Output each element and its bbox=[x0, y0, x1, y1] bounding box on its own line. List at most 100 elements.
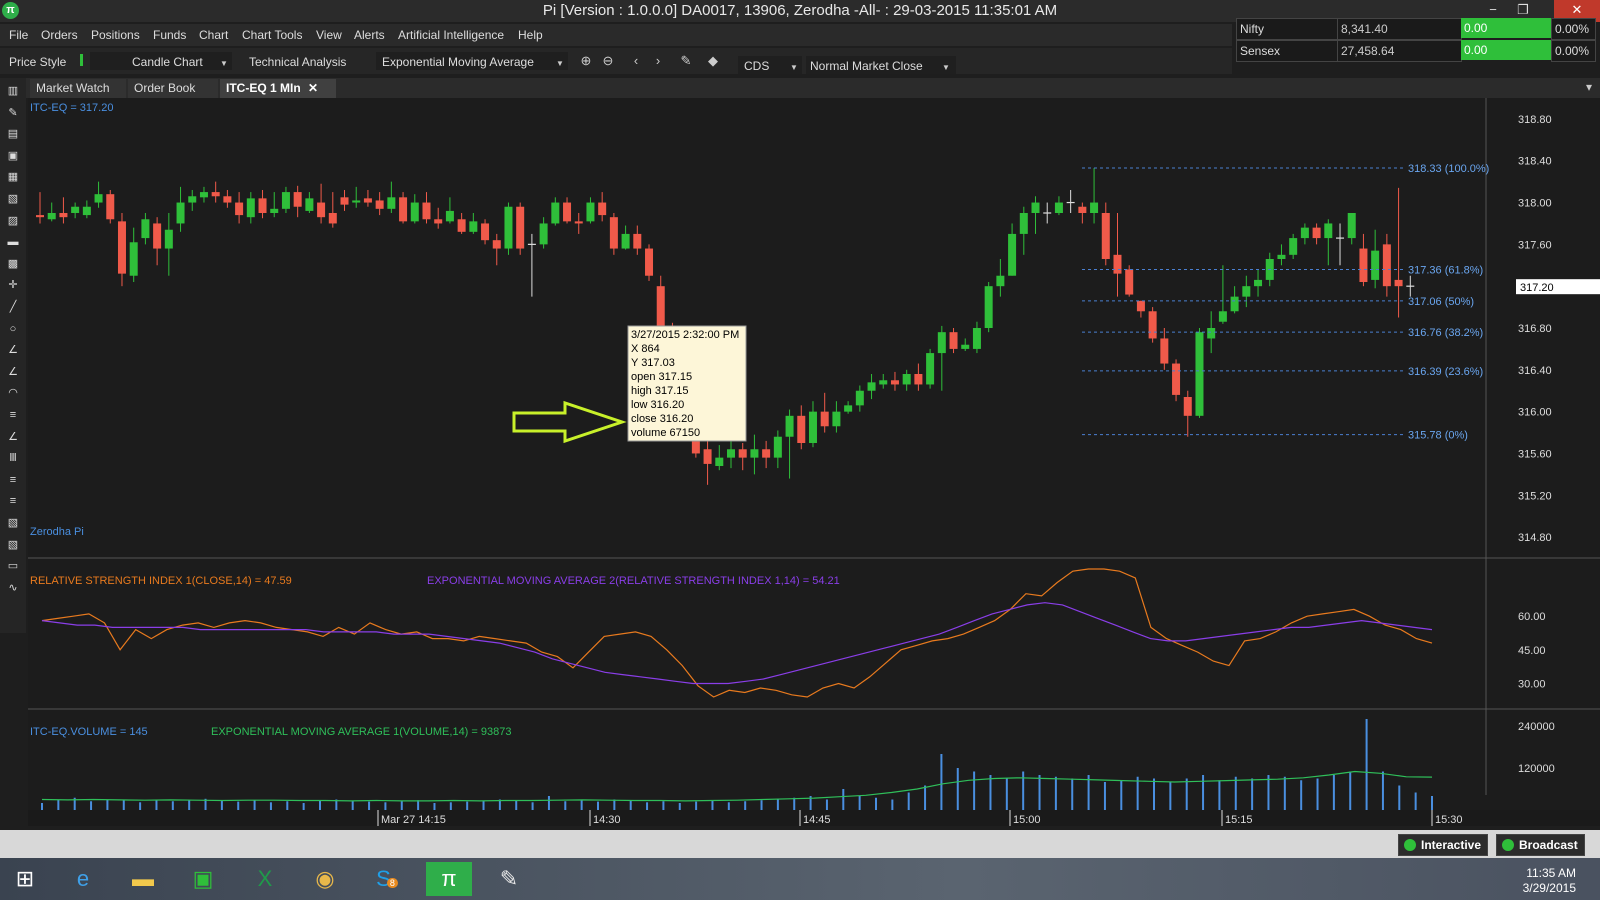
candle-body bbox=[1125, 269, 1134, 295]
candle-body bbox=[820, 411, 829, 427]
candle-body bbox=[176, 202, 185, 224]
candle-body bbox=[422, 202, 431, 220]
candle-body bbox=[199, 192, 208, 198]
volume-legend-label: ITC-EQ.VOLUME = 145 bbox=[30, 726, 148, 738]
candle-body bbox=[645, 248, 654, 276]
clock-date: 3/29/2015 bbox=[1522, 881, 1576, 895]
candle-body bbox=[94, 194, 103, 203]
last-price-label: 317.20 bbox=[1520, 282, 1554, 294]
candle-body bbox=[363, 198, 372, 203]
tooltip-line: volume 67150 bbox=[631, 427, 700, 439]
candle-body bbox=[1359, 248, 1368, 282]
candle-body bbox=[1218, 311, 1227, 322]
candle-body bbox=[223, 196, 232, 203]
time-tick-label: Mar 27 14:15 bbox=[381, 814, 446, 826]
chart-area[interactable]: 318.80 318.40 318.00 317.60 317.20 316.80 316.… bbox=[0, 0, 1600, 828]
rsi-ema-legend-label: EXPONENTIAL MOVING AVERAGE 2(RELATIVE ST… bbox=[427, 575, 840, 587]
candle-body bbox=[996, 275, 1005, 287]
skype-icon[interactable]: S8 bbox=[364, 862, 410, 896]
candle-body bbox=[293, 192, 302, 207]
candle-body bbox=[844, 405, 853, 412]
candle-body bbox=[1242, 286, 1251, 297]
candle-body bbox=[281, 192, 290, 209]
candle-body bbox=[879, 380, 888, 385]
paint-icon[interactable]: ✎ bbox=[486, 862, 532, 896]
price-tick-label: 316.80 bbox=[1518, 323, 1552, 335]
candle-body bbox=[1054, 202, 1063, 213]
candle-body bbox=[1347, 213, 1356, 239]
fibonacci-label: 316.76 (38.2%) bbox=[1408, 327, 1483, 339]
interactive-label: Interactive bbox=[1421, 838, 1482, 852]
candle-body bbox=[539, 223, 548, 245]
candle-body bbox=[164, 229, 173, 249]
price-tick-label: 314.80 bbox=[1518, 532, 1552, 544]
system-clock[interactable]: 11:35 AM 3/29/2015 bbox=[1523, 866, 1576, 896]
candle-body bbox=[738, 449, 747, 458]
fibonacci-label: 315.78 (0%) bbox=[1408, 430, 1468, 442]
candle-body bbox=[246, 198, 255, 218]
rsi-legend-label: RELATIVE STRENGTH INDEX 1(CLOSE,14) = 47… bbox=[30, 575, 292, 587]
candle-body bbox=[1101, 213, 1110, 259]
tooltip-line: open 317.15 bbox=[631, 371, 692, 383]
candle-body bbox=[434, 219, 443, 224]
candle-body bbox=[141, 219, 150, 239]
windows-taskbar: ⊞ e ▬ ▣ X ◉ S8 π ✎ 11:35 AM 3/29/2015 bbox=[0, 858, 1600, 900]
candle-body bbox=[914, 374, 923, 385]
volume-tick-label: 120000 bbox=[1518, 763, 1555, 775]
file-explorer-icon[interactable]: ▬ bbox=[120, 862, 166, 896]
candle-body bbox=[129, 242, 138, 276]
candle-body bbox=[1300, 227, 1309, 239]
candle-body bbox=[481, 223, 490, 241]
candle-body bbox=[71, 206, 80, 213]
candle-body bbox=[633, 233, 642, 249]
time-tick-label: 15:00 bbox=[1013, 814, 1041, 826]
windows-start-icon[interactable]: ⊞ bbox=[2, 862, 48, 896]
watermark-label: Zerodha Pi bbox=[30, 526, 84, 538]
chrome-icon[interactable]: ◉ bbox=[302, 862, 348, 896]
candle-body bbox=[399, 197, 408, 222]
candle-body bbox=[387, 197, 396, 209]
candle-body bbox=[762, 449, 771, 458]
time-tick-label: 14:45 bbox=[803, 814, 831, 826]
candle-body bbox=[469, 221, 478, 232]
internet-explorer-icon[interactable]: e bbox=[60, 862, 106, 896]
volume-ema-legend-label: EXPONENTIAL MOVING AVERAGE 1(VOLUME,14) … bbox=[211, 726, 511, 738]
candle-body bbox=[1289, 238, 1298, 255]
candle-body bbox=[516, 206, 525, 249]
candle-body bbox=[375, 200, 384, 209]
candle-body bbox=[551, 202, 560, 224]
candle-body bbox=[1394, 279, 1403, 287]
broadcast-status[interactable]: Broadcast bbox=[1496, 834, 1585, 856]
excel-icon[interactable]: X bbox=[242, 862, 288, 896]
tooltip-line: X 864 bbox=[631, 343, 660, 355]
candle-body bbox=[1312, 227, 1321, 239]
candle-body bbox=[1371, 250, 1380, 280]
candle-body bbox=[36, 215, 44, 218]
candle-body bbox=[656, 286, 665, 328]
tooltip-line: 3/27/2015 2:32:00 PM bbox=[631, 329, 739, 341]
candle-body bbox=[808, 411, 817, 443]
skype-badge: 8 bbox=[386, 878, 398, 888]
candle-body bbox=[340, 197, 349, 205]
candle-body bbox=[457, 219, 466, 232]
connected-dot-icon bbox=[1502, 839, 1514, 851]
fibonacci-label: 316.39 (23.6%) bbox=[1408, 366, 1483, 378]
candle-body bbox=[972, 328, 981, 349]
fibonacci-label: 317.36 (61.8%) bbox=[1408, 264, 1483, 276]
time-tick-label: 15:15 bbox=[1225, 814, 1253, 826]
candle-body bbox=[961, 344, 970, 349]
time-axis: Mar 27 14:15 14:30 14:45 15:00 15:15 15:30 bbox=[28, 810, 1600, 826]
candle-body bbox=[937, 332, 946, 354]
candle-body bbox=[715, 457, 724, 466]
candle-body bbox=[1090, 202, 1099, 213]
candle-body bbox=[902, 374, 911, 385]
interactive-status[interactable]: Interactive bbox=[1398, 834, 1489, 856]
store-icon[interactable]: ▣ bbox=[180, 862, 226, 896]
candle-body bbox=[410, 202, 419, 222]
candle-body bbox=[1078, 206, 1087, 213]
candle-body bbox=[832, 411, 841, 427]
zerodha-pi-icon[interactable]: π bbox=[426, 862, 472, 896]
candle-body bbox=[1382, 244, 1391, 287]
connected-dot-icon bbox=[1404, 839, 1416, 851]
candle-body bbox=[1207, 328, 1216, 339]
